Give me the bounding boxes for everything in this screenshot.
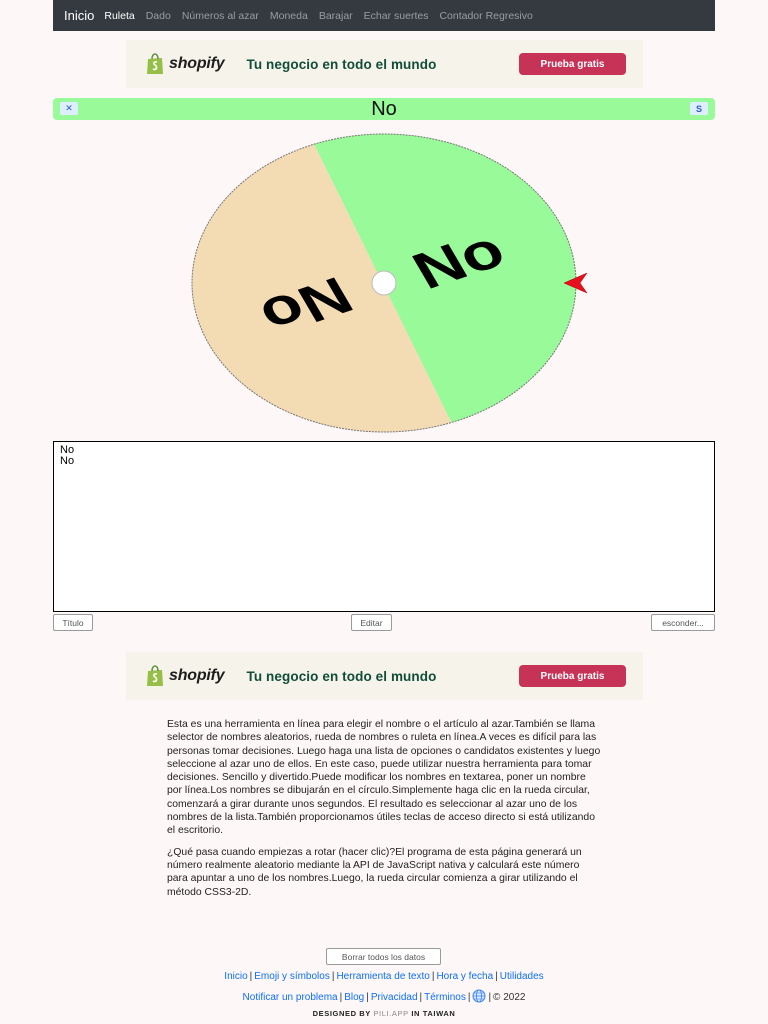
footer-links-row-2: Notificar un problema | Blog | Privacidad | Té…: [0, 989, 768, 1003]
clear-data-button[interactable]: Borrar todos los datos: [326, 948, 441, 965]
nav-link-barajar[interactable]: Barajar: [319, 10, 353, 22]
footer-link-terminos[interactable]: Términos: [424, 992, 466, 1003]
ad-headline: Tu negocio en todo el mundo: [246, 668, 437, 684]
navbar: Inicio Ruleta Dado Números al azar Moned…: [53, 0, 715, 31]
copyright: © 2022: [493, 992, 526, 1003]
spin-wheel[interactable]: No No: [190, 132, 590, 436]
description-paragraph: ¿Qué pasa cuando empiezas a rotar (hacer…: [167, 846, 582, 898]
wheel-center: [371, 270, 397, 296]
footer-link-privacidad[interactable]: Privacidad: [371, 992, 418, 1003]
credit-prefix: DESIGNED BY: [312, 1009, 371, 1018]
ad-banner-bottom[interactable]: shopify Tu negocio en todo el mundo Prue…: [126, 652, 643, 700]
footer-link-inicio[interactable]: Inicio: [224, 971, 247, 982]
credit-suffix: IN TAIWAN: [411, 1009, 456, 1018]
names-textarea[interactable]: No No: [53, 441, 715, 612]
footer-link-utilidades[interactable]: Utilidades: [500, 971, 544, 982]
shopify-logo: shopify: [145, 665, 225, 687]
credit-site-link[interactable]: PILI.APP: [373, 1009, 408, 1018]
footer-link-texto[interactable]: Herramienta de texto: [336, 971, 429, 982]
shopping-bag-icon: [147, 665, 163, 686]
footer-link-blog[interactable]: Blog: [344, 992, 364, 1003]
ad-banner-top[interactable]: shopify Tu negocio en todo el mundo Prue…: [126, 40, 643, 88]
ad-trial-button[interactable]: Prueba gratis: [519, 665, 626, 687]
footer-links-row-1: Inicio | Emoji y símbolos | Herramienta de t…: [224, 971, 544, 982]
description-paragraph: Esta es una herramienta en línea para el…: [167, 719, 601, 837]
shopify-wordmark: shopify: [169, 55, 225, 72]
hide-button[interactable]: esconder...: [651, 614, 715, 631]
description: Esta es una herramienta en línea para el…: [167, 718, 603, 907]
nav-link-moneda[interactable]: Moneda: [270, 10, 308, 22]
footer-link-emoji[interactable]: Emoji y símbolos: [254, 971, 330, 982]
credit-line: DESIGNED BY PILI.APP IN TAIWAN: [0, 1009, 768, 1018]
nav-brand-home[interactable]: Inicio: [64, 8, 94, 23]
shopping-bag-icon: [147, 53, 163, 74]
shopify-logo: shopify: [145, 53, 225, 75]
name-line: No: [60, 444, 75, 456]
nav-link-contador[interactable]: Contador Regresivo: [439, 10, 532, 22]
footer-link-hora[interactable]: Hora y fecha: [436, 971, 493, 982]
nav-link-ruleta[interactable]: Ruleta: [104, 10, 134, 22]
nav-link-dado[interactable]: Dado: [146, 10, 171, 22]
nav-link-echar-suertes[interactable]: Echar suertes: [364, 10, 429, 22]
footer-link-notificar[interactable]: Notificar un problema: [243, 992, 338, 1003]
name-line: No: [60, 455, 75, 467]
settings-button[interactable]: S: [690, 102, 708, 115]
edit-button[interactable]: Editar: [351, 614, 392, 631]
ad-headline: Tu negocio en todo el mundo: [246, 56, 437, 72]
result-bar: ✕ No S: [53, 98, 715, 120]
globe-icon[interactable]: [472, 989, 486, 1003]
shopify-wordmark: shopify: [169, 667, 225, 684]
nav-link-numeros[interactable]: Números al azar: [182, 10, 259, 22]
title-button[interactable]: Título: [53, 614, 93, 631]
result-text: No: [371, 98, 397, 120]
ad-trial-button[interactable]: Prueba gratis: [519, 53, 626, 75]
